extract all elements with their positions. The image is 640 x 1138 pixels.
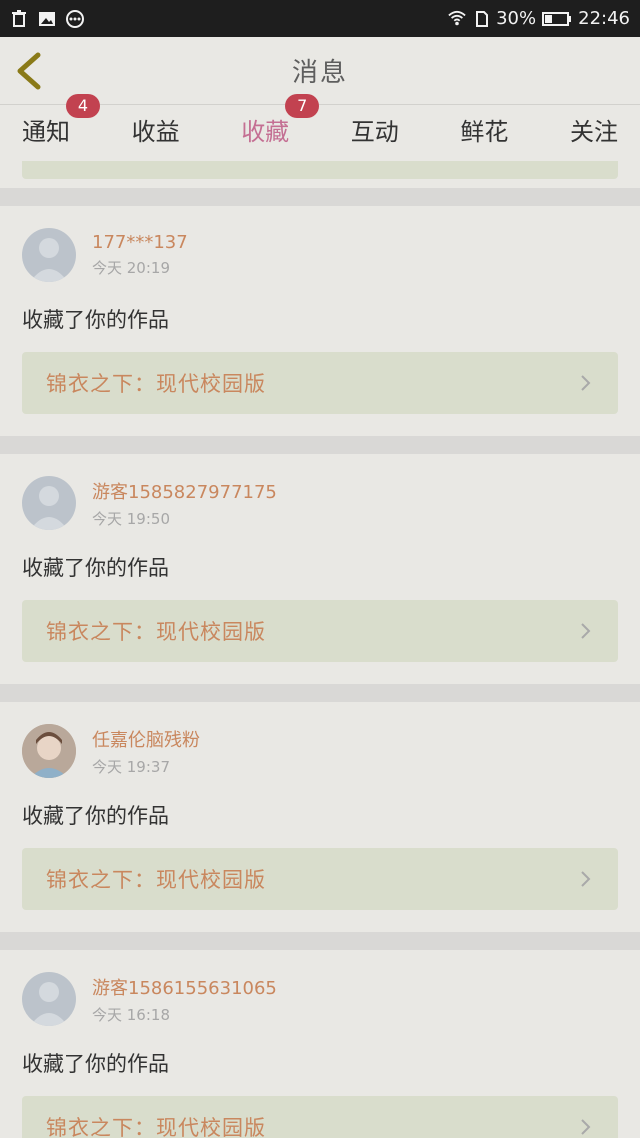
tab-earnings[interactable]: 收益 bbox=[132, 112, 180, 151]
action-text: 收藏了你的作品 bbox=[22, 804, 169, 828]
tab-flowers[interactable]: 鲜花 bbox=[460, 112, 508, 151]
image-icon bbox=[38, 10, 56, 28]
battery-percent: 30% bbox=[496, 8, 537, 29]
avatar[interactable] bbox=[22, 228, 76, 282]
work-link[interactable]: 锦衣之下：现代校园版 bbox=[22, 352, 618, 414]
more-circle-icon bbox=[66, 9, 84, 28]
timestamp: 今天 20:19 bbox=[92, 259, 170, 277]
chevron-right-icon bbox=[581, 1119, 591, 1135]
work-link[interactable]: 锦衣之下：现代校园版 bbox=[22, 1096, 618, 1138]
chevron-right-icon bbox=[581, 623, 591, 639]
tab-label: 收益 bbox=[131, 118, 180, 146]
chevron-right-icon bbox=[581, 375, 591, 391]
username[interactable]: 游客1585827977175 bbox=[92, 478, 277, 504]
avatar[interactable] bbox=[22, 476, 76, 530]
back-button[interactable] bbox=[12, 51, 48, 91]
tab-label: 收藏 bbox=[241, 118, 290, 146]
timestamp: 今天 16:18 bbox=[92, 1005, 170, 1024]
sim-icon bbox=[472, 10, 490, 28]
username[interactable]: 游客1586155631065 bbox=[92, 974, 277, 1000]
previous-card-fragment bbox=[0, 161, 640, 188]
app-header: 消息 bbox=[0, 37, 640, 105]
default-user-icon bbox=[30, 486, 68, 530]
default-user-icon bbox=[30, 238, 68, 282]
work-title: 锦衣之下：现代校园版 bbox=[46, 1116, 266, 1138]
username[interactable]: 任嘉伦脑残粉 bbox=[92, 726, 200, 752]
user-photo-icon bbox=[22, 724, 76, 778]
tab-label: 鲜花 bbox=[460, 118, 509, 146]
avatar[interactable] bbox=[22, 972, 76, 1026]
divider bbox=[0, 188, 640, 206]
timestamp: 今天 19:37 bbox=[92, 757, 170, 776]
chevron-right-icon bbox=[581, 871, 591, 887]
tab-label: 互动 bbox=[350, 118, 399, 146]
status-bar: 30% 22:46 bbox=[0, 0, 640, 37]
default-user-icon bbox=[30, 982, 68, 1026]
list-item: 任嘉伦脑残粉 今天 19:37 收藏了你的作品 锦衣之下：现代校园版 bbox=[0, 702, 640, 932]
battery-icon bbox=[542, 10, 572, 28]
work-title: 锦衣之下：现代校园版 bbox=[46, 620, 266, 644]
favorites-count-badge: 7 bbox=[285, 94, 320, 118]
notice-count-badge: 4 bbox=[66, 94, 100, 118]
list-item: 游客1585827977175 今天 19:50 收藏了你的作品 锦衣之下：现代… bbox=[0, 454, 640, 684]
work-link[interactable]: 锦衣之下：现代校园版 bbox=[22, 848, 618, 910]
avatar[interactable] bbox=[22, 724, 76, 778]
tab-follow[interactable]: 关注 bbox=[570, 112, 618, 151]
work-link-fragment[interactable] bbox=[22, 161, 618, 179]
wifi-icon bbox=[448, 10, 466, 28]
action-text: 收藏了你的作品 bbox=[22, 556, 169, 580]
work-title: 锦衣之下：现代校园版 bbox=[46, 372, 266, 396]
tab-label: 关注 bbox=[569, 118, 618, 146]
chevron-left-icon bbox=[17, 52, 41, 90]
tab-bar: 通知 4 收益 收藏 7 互动 鲜花 关注 bbox=[0, 94, 640, 161]
list-item: 游客1586155631065 今天 16:18 收藏了你的作品 锦衣之下：现代… bbox=[0, 950, 640, 1138]
tab-notice[interactable]: 通知 4 bbox=[22, 94, 100, 151]
tab-label: 通知 bbox=[22, 118, 70, 146]
username[interactable]: 177***137 bbox=[92, 232, 188, 253]
trash-icon bbox=[10, 9, 28, 28]
action-text: 收藏了你的作品 bbox=[22, 308, 169, 332]
action-text: 收藏了你的作品 bbox=[22, 1052, 169, 1076]
work-title: 锦衣之下：现代校园版 bbox=[46, 868, 266, 892]
timestamp: 今天 19:50 bbox=[92, 509, 170, 528]
tab-favorites[interactable]: 收藏 7 bbox=[241, 94, 320, 151]
list-item: 177***137 今天 20:19 收藏了你的作品 锦衣之下：现代校园版 bbox=[0, 206, 640, 436]
clock: 22:46 bbox=[578, 8, 630, 29]
work-link[interactable]: 锦衣之下：现代校园版 bbox=[22, 600, 618, 662]
page-title: 消息 bbox=[291, 58, 348, 88]
tab-interaction[interactable]: 互动 bbox=[351, 112, 399, 151]
